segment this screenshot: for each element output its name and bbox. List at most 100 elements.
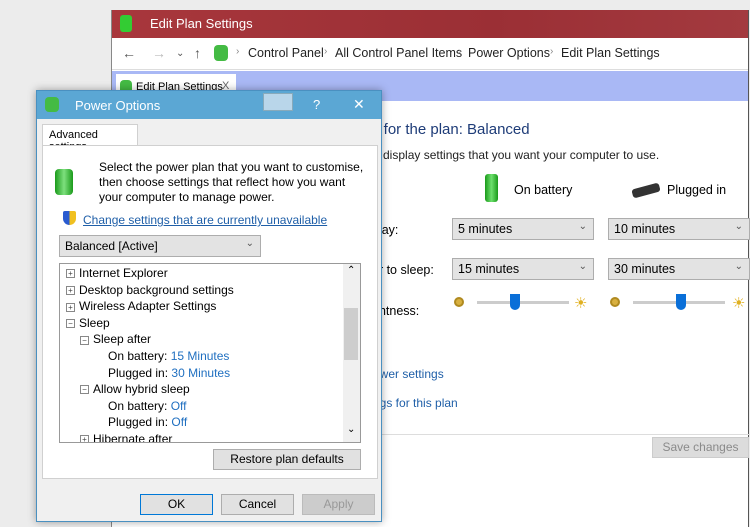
tree-item-value[interactable]: 30 Minutes — [171, 366, 230, 380]
plugged-in-header: Plugged in — [667, 183, 727, 197]
tree-item-label: Hibernate after — [93, 431, 173, 443]
ok-button[interactable]: OK — [140, 494, 213, 515]
bright-icon: ☀ — [732, 295, 746, 312]
display-plugged-select[interactable]: 10 minutes ⌄ — [608, 218, 750, 240]
power-options-icon — [45, 97, 59, 112]
divider — [372, 434, 750, 435]
control-panel-icon — [214, 45, 228, 61]
slider-thumb[interactable] — [676, 294, 686, 310]
select-value: 15 minutes — [458, 262, 520, 276]
chevron-right-icon: › — [458, 46, 462, 57]
tree-item-label: Allow hybrid sleep — [93, 382, 190, 397]
recent-dropdown-icon[interactable]: ⌄ — [176, 48, 184, 59]
scrollbar-thumb[interactable] — [344, 308, 358, 360]
tree-item[interactable]: + Desktop background settings — [66, 282, 336, 299]
plug-icon — [631, 182, 661, 199]
tree-item-label: On battery: — [108, 348, 168, 363]
forward-button[interactable]: → — [152, 45, 166, 61]
expand-icon[interactable]: + — [66, 285, 75, 295]
up-button[interactable]: ↑ — [194, 45, 201, 61]
expand-icon[interactable]: + — [66, 302, 75, 312]
chevron-right-icon: › — [324, 46, 328, 57]
chevron-right-icon: › — [236, 46, 240, 57]
close-button[interactable]: ✕ — [353, 96, 365, 113]
dialog-titlebar: Power Options ? ✕ — [37, 91, 381, 119]
window-title: Edit Plan Settings — [150, 16, 253, 31]
tree-item[interactable]: + Internet Explorer — [66, 265, 336, 282]
tree-item[interactable]: On battery: 15 Minutes — [66, 348, 336, 365]
power-icon — [120, 15, 132, 32]
tree-item[interactable]: Plugged in: Off — [66, 414, 336, 431]
select-value: 30 minutes — [614, 262, 676, 276]
bright-icon: ☀ — [574, 295, 588, 312]
apply-button[interactable]: Apply — [302, 494, 375, 515]
dialog-description: Select the power plan that you want to c… — [99, 160, 364, 204]
tree-item-value[interactable]: 15 Minutes — [171, 349, 230, 363]
advanced-power-settings-link[interactable]: ower settings — [373, 367, 444, 381]
chevron-down-icon: ⌄ — [578, 261, 587, 272]
tree-item-value[interactable]: Off — [171, 415, 187, 429]
cancel-button[interactable]: Cancel — [221, 494, 294, 515]
tree-item-label: Plugged in: — [108, 415, 169, 430]
dim-icon — [454, 297, 464, 307]
power-plan-icon — [55, 169, 73, 195]
select-value: 10 minutes — [614, 222, 676, 236]
display-battery-select[interactable]: 5 minutes ⌄ — [452, 218, 594, 240]
pin-icon[interactable] — [263, 93, 293, 111]
tree-item-label: On battery: — [108, 398, 168, 413]
tree-item[interactable]: − Sleep after — [66, 331, 336, 348]
address-bar: ← → ⌄ ↑ › Control Panel › All Control Pa… — [112, 38, 748, 70]
back-button[interactable]: ← — [122, 45, 136, 61]
breadcrumb-control-panel[interactable]: Control Panel — [248, 46, 324, 60]
tree-item-value[interactable]: Off — [171, 399, 187, 413]
expand-icon[interactable]: + — [80, 435, 89, 442]
tab-advanced-settings[interactable]: Advanced settings — [42, 124, 138, 153]
breadcrumb-all-items[interactable]: All Control Panel Items — [335, 46, 462, 60]
breadcrumb-power-options[interactable]: Power Options — [468, 46, 550, 60]
brightness-plugged-slider[interactable] — [633, 294, 725, 310]
dim-icon — [610, 297, 620, 307]
tree-item[interactable]: + Wireless Adapter Settings — [66, 298, 336, 315]
chevron-down-icon: ⌄ — [578, 221, 587, 232]
tree-item[interactable]: − Allow hybrid sleep — [66, 381, 336, 398]
window-titlebar: Edit Plan Settings — [112, 10, 748, 38]
tree-item[interactable]: Plugged in: 30 Minutes — [66, 365, 336, 382]
sleep-battery-select[interactable]: 15 minutes ⌄ — [452, 258, 594, 280]
page-subheading: d display settings that you want your co… — [373, 148, 660, 162]
select-value: 5 minutes — [458, 222, 513, 236]
slider-thumb[interactable] — [510, 294, 520, 310]
collapse-icon[interactable]: − — [80, 335, 89, 345]
tree-item[interactable]: + Hibernate after — [66, 431, 336, 443]
chevron-right-icon: › — [550, 46, 554, 57]
collapse-icon[interactable]: − — [66, 319, 75, 329]
tab-panel: Select the power plan that you want to c… — [42, 145, 378, 479]
chevron-down-icon: ⌄ — [734, 261, 743, 272]
save-changes-button[interactable]: Save changes — [652, 437, 749, 458]
scrollbar[interactable]: ⌃ ⌄ — [343, 264, 360, 442]
page-heading: s for the plan: Balanced — [372, 121, 530, 138]
tree-item[interactable]: − Sleep — [66, 315, 336, 332]
chevron-down-icon: ⌄ — [734, 221, 743, 232]
breadcrumb-edit-plan[interactable]: Edit Plan Settings — [561, 46, 660, 60]
power-options-dialog: Power Options ? ✕ Advanced settings Sele… — [36, 90, 382, 522]
uac-shield-icon — [63, 211, 76, 225]
help-button[interactable]: ? — [313, 97, 320, 112]
tree-list: + Internet Explorer + Desktop background se… — [66, 265, 336, 443]
chevron-down-icon: ⌄ — [245, 238, 254, 249]
tree-item-label: Sleep after — [93, 332, 152, 347]
sleep-plugged-select[interactable]: 30 minutes ⌄ — [608, 258, 750, 280]
battery-icon — [485, 174, 498, 202]
change-settings-link[interactable]: Change settings that are currently unava… — [83, 213, 327, 227]
settings-tree[interactable]: + Internet Explorer + Desktop background se… — [59, 263, 361, 443]
brightness-battery-slider[interactable] — [477, 294, 569, 310]
tree-item-label: Internet Explorer — [79, 266, 168, 280]
tree-item-label: Sleep — [79, 315, 110, 330]
collapse-icon[interactable]: − — [80, 385, 89, 395]
plan-select[interactable]: Balanced [Active] ⌄ — [59, 235, 261, 257]
expand-icon[interactable]: + — [66, 269, 75, 279]
restore-defaults-link[interactable]: ngs for this plan — [373, 396, 458, 410]
scroll-down-icon[interactable]: ⌄ — [347, 424, 355, 435]
tree-item[interactable]: On battery: Off — [66, 398, 336, 415]
scroll-up-icon[interactable]: ⌃ — [347, 265, 355, 276]
restore-plan-defaults-button[interactable]: Restore plan defaults — [213, 449, 361, 470]
